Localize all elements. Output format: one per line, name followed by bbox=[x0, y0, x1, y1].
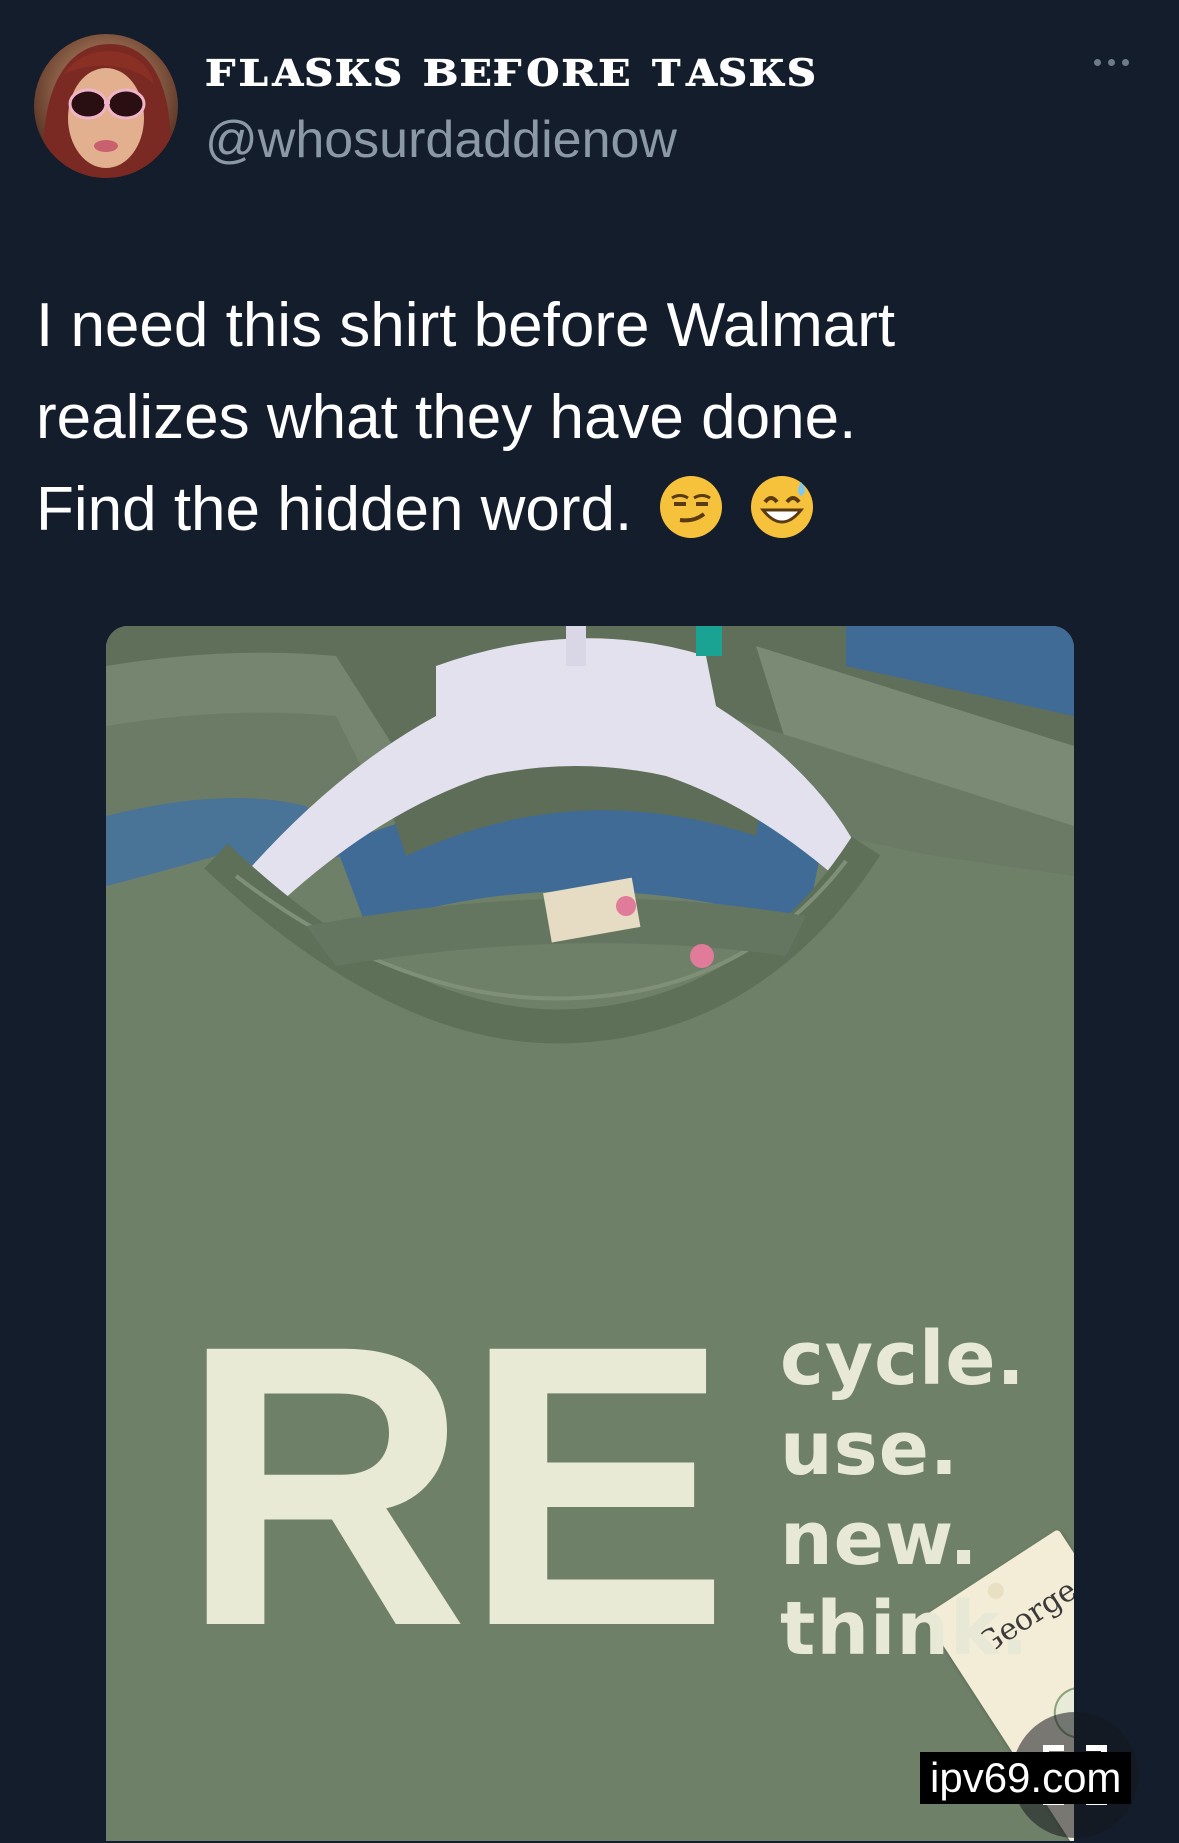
watermark: ipv69.com bbox=[920, 1752, 1132, 1804]
avatar-photo bbox=[34, 34, 178, 178]
shirt-word: new. bbox=[780, 1496, 979, 1582]
tweet-text-line-with-emojis: Find the hidden word. bbox=[36, 464, 1136, 556]
user-handle[interactable]: @whosurdaddienow bbox=[205, 110, 677, 170]
avatar[interactable] bbox=[34, 34, 178, 178]
more-dot bbox=[1121, 58, 1129, 66]
shirt-word: use. bbox=[780, 1406, 960, 1492]
grinning-face-with-sweat-emoji bbox=[750, 476, 813, 538]
shirt-word: think. bbox=[780, 1586, 1030, 1672]
tweet-text-line: I need this shirt before Walmart bbox=[36, 291, 896, 360]
smirking-face-emoji bbox=[659, 476, 722, 538]
more-dot bbox=[1107, 58, 1115, 66]
shirt-print-re: RE bbox=[180, 1262, 730, 1709]
display-name[interactable]: ꜰʟᴀsᴋs ʙᴇғᴏʀᴇ ᴛᴀsᴋs bbox=[205, 38, 817, 99]
shirt-word: cycle. bbox=[780, 1316, 1026, 1402]
tweet-text-line: Find the hidden word. bbox=[36, 475, 633, 544]
tweet-text-line: realizes what they have done. bbox=[36, 383, 857, 452]
more-options-icon[interactable] bbox=[1087, 52, 1135, 72]
tweet: ꜰʟᴀsᴋs ʙᴇғᴏʀᴇ ᴛᴀsᴋs @whosurdaddienow I n… bbox=[0, 0, 1179, 1841]
more-dot bbox=[1093, 58, 1101, 66]
tweet-photo[interactable]: George. $5 RE cycle. use. new. think. bbox=[106, 626, 1074, 1841]
tweet-text: I need this shirt before Walmart realize… bbox=[36, 280, 1136, 556]
